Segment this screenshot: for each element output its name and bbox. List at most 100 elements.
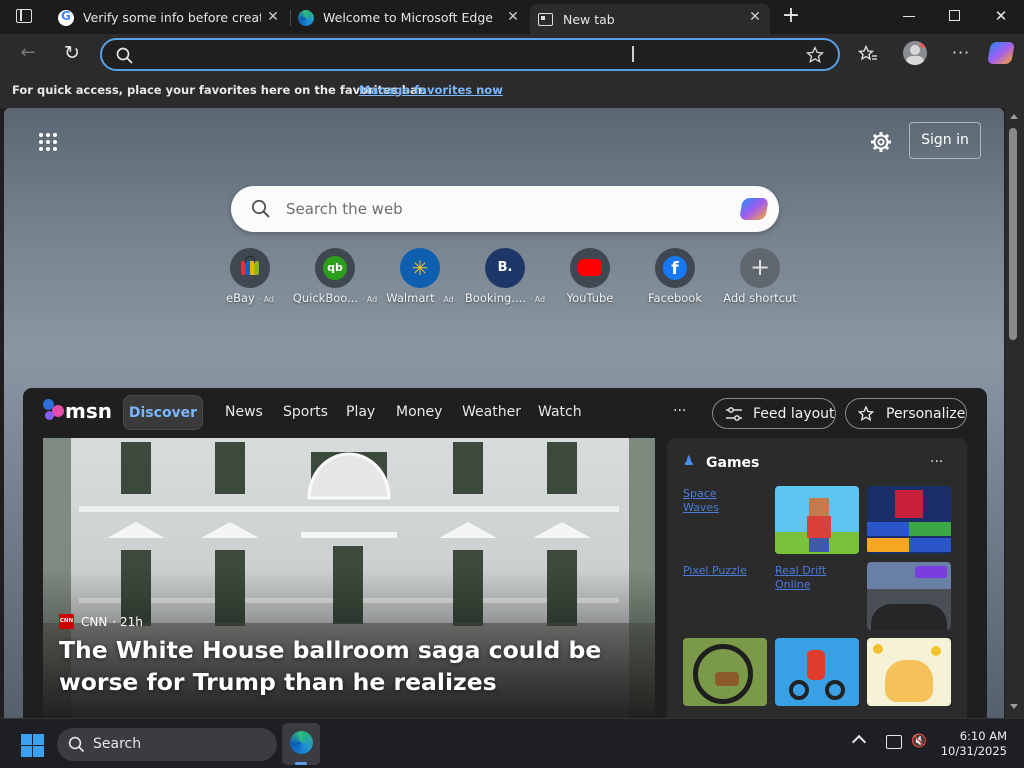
game-tile-cat-bees[interactable] (867, 638, 951, 706)
restore-button[interactable] (949, 10, 960, 21)
close-tab-icon[interactable]: ✕ (748, 10, 762, 24)
shortcut-walmart[interactable]: ✳ Walmart · Ad (375, 248, 465, 312)
shortcut-youtube[interactable]: YouTube (545, 248, 635, 312)
walmart-spark-icon: ✳ (400, 248, 440, 288)
new-tab-button[interactable]: + (781, 4, 801, 28)
games-more-button[interactable]: ··· (930, 454, 943, 470)
taskbar-search[interactable]: Search (57, 728, 277, 761)
cnn-logo-icon: CNN (59, 614, 74, 629)
shortcut-add[interactable]: + Add shortcut (715, 248, 805, 312)
game-tile-real-drift[interactable]: Real Drift Online (775, 564, 859, 592)
shortcut-label: YouTube (566, 291, 614, 305)
tab-welcome-edge[interactable]: Welcome to Microsoft Edge ✕ (290, 4, 528, 31)
tab-sports[interactable]: Sports (283, 404, 328, 420)
game-tile-block-puzzle[interactable] (867, 486, 951, 554)
tab-money[interactable]: Money (396, 404, 442, 420)
settings-more-button[interactable]: ··· (950, 41, 972, 65)
edge-icon (298, 9, 314, 26)
feed-layout-button[interactable]: Feed layout (712, 398, 836, 429)
copilot-icon[interactable] (987, 42, 1015, 64)
msn-brand-text: msn (65, 399, 112, 423)
back-button[interactable]: ← (16, 42, 40, 64)
manage-favorites-link[interactable]: Manage favorites now (359, 83, 503, 97)
hero-story-card[interactable]: CNN CNN · 21h The White House ballroom s… (43, 438, 655, 718)
plus-icon: + (740, 248, 780, 288)
page-scrollbar[interactable] (1005, 108, 1024, 718)
sign-in-button[interactable]: Sign in (909, 122, 981, 159)
feed-layout-label: Feed layout (753, 405, 835, 422)
page-settings-gear-icon[interactable] (870, 131, 892, 153)
shortcut-ebay[interactable]: eBay · Ad (205, 248, 295, 312)
game-tile-space-waves[interactable]: Space Waves (683, 487, 755, 515)
copilot-search-icon[interactable] (739, 198, 769, 220)
network-icon[interactable] (886, 735, 902, 749)
games-card: ♟ Games ··· Space Waves Pixel Puzzle Rea… (667, 438, 967, 718)
title-bar: G Verify some info before creating a... … (0, 0, 1024, 34)
tab-title: Welcome to Microsoft Edge (323, 10, 493, 25)
close-tab-icon[interactable]: ✕ (506, 10, 520, 24)
more-tabs-button[interactable]: ··· (673, 403, 686, 419)
show-hidden-icons-chevron-icon[interactable] (851, 734, 867, 750)
game-tile-pixel-puzzle[interactable]: Pixel Puzzle (683, 564, 767, 578)
shortcut-facebook[interactable]: f Facebook (630, 248, 720, 312)
tab-new-tab[interactable]: New tab ✕ (530, 4, 770, 34)
facebook-icon: f (655, 248, 695, 288)
new-tab-page-icon (538, 12, 553, 26)
story-age: · 21h (112, 614, 143, 629)
game-tile-moto-x3m[interactable] (775, 638, 859, 706)
story-headline[interactable]: The White House ballroom saga could be w… (59, 634, 639, 698)
search-icon (116, 47, 133, 64)
profile-avatar[interactable] (903, 41, 927, 65)
add-favorite-icon[interactable] (806, 46, 824, 64)
game-tile-block-hero[interactable] (775, 486, 859, 554)
shortcut-label: Add shortcut (723, 291, 797, 305)
game-tile-deer-hunter[interactable] (683, 638, 767, 706)
shortcut-booking[interactable]: B. Booking.... · Ad (460, 248, 550, 312)
tab-play[interactable]: Play (346, 404, 375, 420)
refresh-button[interactable]: ↻ (60, 42, 84, 64)
search-placeholder: Search the web (286, 200, 403, 218)
shortcut-label: eBay (226, 291, 255, 305)
tab-news[interactable]: News (225, 404, 263, 420)
shortcut-label: QuickBoo... (292, 291, 359, 305)
sliders-icon (726, 406, 742, 421)
tab-verify-info[interactable]: G Verify some info before creating a... … (50, 4, 288, 31)
windows-start-icon[interactable] (21, 734, 44, 757)
scroll-thumb[interactable] (1009, 128, 1017, 340)
game-tile-car-driving[interactable] (867, 562, 951, 630)
msn-feed: msn Discover News Sports Play Money Weat… (23, 388, 987, 718)
favorites-icon[interactable] (858, 45, 878, 63)
msn-logo[interactable]: msn (43, 397, 113, 425)
tab-weather[interactable]: Weather (462, 404, 521, 420)
close-window-button[interactable]: ✕ (993, 6, 1009, 26)
minimize-button[interactable] (903, 16, 915, 17)
taskbar-edge-button[interactable] (282, 723, 320, 765)
story-source: CNN CNN · 21h (59, 614, 143, 629)
ebay-bag-icon (230, 248, 270, 288)
tab-watch[interactable]: Watch (538, 404, 582, 420)
tab-actions-icon[interactable] (16, 9, 32, 23)
scroll-up-arrow[interactable] (1010, 114, 1018, 119)
address-bar[interactable] (100, 38, 840, 71)
source-name: CNN (81, 614, 108, 629)
google-icon: G (58, 9, 74, 26)
tab-discover[interactable]: Discover (123, 395, 203, 430)
toolbar: ← ↻ ··· (0, 34, 1024, 74)
new-tab-page: Sign in Search the web eBay · Ad qb Quic… (4, 108, 1004, 718)
web-search-box[interactable]: Search the web (231, 186, 779, 232)
booking-icon: B. (485, 248, 525, 288)
games-title: Games (706, 455, 760, 471)
close-tab-icon[interactable]: ✕ (266, 10, 280, 24)
quickbooks-icon: qb (315, 248, 355, 288)
system-clock[interactable]: 6:10 AM 10/31/2025 (935, 729, 1007, 759)
personalize-label: Personalize (886, 405, 966, 422)
app-launcher-icon[interactable] (38, 132, 58, 152)
shortcut-quickbooks[interactable]: qb QuickBoo... · Ad (290, 248, 380, 312)
personalize-button[interactable]: Personalize (845, 398, 967, 429)
ad-label: · Ad (258, 295, 274, 304)
shortcut-label: Walmart (386, 291, 435, 305)
clock-date: 10/31/2025 (940, 744, 1007, 758)
ad-label: · Ad (438, 295, 454, 304)
volume-muted-icon[interactable]: 🔇 (911, 733, 929, 751)
scroll-down-arrow[interactable] (1010, 704, 1018, 709)
